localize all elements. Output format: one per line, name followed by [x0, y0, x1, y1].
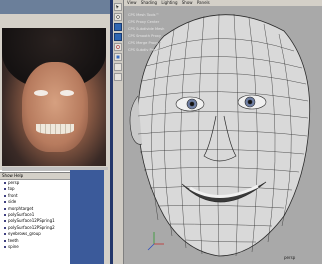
joint-icon	[4, 246, 6, 249]
eye-right	[237, 94, 267, 110]
reference-face-photo	[2, 28, 106, 166]
hud-line: CPS Mesh Tools™	[128, 13, 160, 17]
outliner-item[interactable]: spine	[0, 244, 70, 250]
mesh-icon	[4, 214, 6, 217]
group-icon	[4, 233, 6, 236]
move-icon[interactable]	[114, 33, 122, 41]
outliner-item-label: polySurface12PSpring1	[8, 218, 55, 224]
outliner-item-label: polySurface1	[8, 212, 35, 218]
photo-eye-left	[34, 90, 48, 96]
outliner-item-label: eyebrows_group	[8, 231, 41, 237]
camera-icon	[4, 194, 6, 197]
outliner-item-label: polySurface12PSpring2	[8, 224, 55, 230]
photo-face	[22, 62, 88, 152]
axis-gizmo	[147, 232, 164, 251]
3d-viewport[interactable]: CPS Mesh Tools™ CPS Proxy Center CPS Sub…	[124, 6, 322, 264]
menu-show[interactable]: Show	[182, 0, 193, 5]
outliner-item-label: morphtarget	[8, 205, 34, 211]
outliner-item-label: side	[8, 199, 17, 205]
outliner-item-label: spine	[8, 244, 19, 250]
eye-left	[175, 96, 205, 112]
menu-lighting[interactable]: Lighting	[161, 0, 177, 5]
camera-icon	[4, 182, 6, 184]
camera-icon	[4, 188, 6, 191]
desktop-gap	[70, 170, 110, 264]
hud-line: CPS Subdiv Proxy	[128, 48, 160, 52]
last-tool-icon[interactable]	[114, 73, 122, 81]
menu-panels[interactable]: Panels	[197, 0, 210, 5]
reference-window-titlebar[interactable]	[0, 0, 110, 14]
hud-overlay: CPS Mesh Tools™ CPS Proxy Center CPS Sub…	[128, 12, 164, 54]
paint-icon[interactable]	[114, 23, 122, 31]
select-arrow-icon[interactable]	[114, 3, 122, 11]
outliner-item-label: teeth	[8, 237, 19, 243]
rotate-icon[interactable]	[114, 43, 122, 51]
photo-teeth	[36, 124, 74, 134]
scale-icon[interactable]	[114, 53, 122, 61]
hud-line: CPS Subdivide Mesh	[128, 27, 165, 31]
outliner-item-label: top	[8, 186, 15, 192]
mesh-icon	[4, 207, 6, 210]
mesh-icon	[4, 239, 6, 242]
outliner-panel: Show Help persp top front side morphtarg…	[0, 172, 70, 265]
hud-line: CPS Smooth Proxy	[128, 34, 161, 38]
menu-shading[interactable]: Shading	[141, 0, 157, 5]
mesh-icon	[4, 226, 6, 229]
manipulator-icon[interactable]	[114, 63, 122, 71]
outliner-menu[interactable]: Show Help	[0, 173, 70, 180]
camera-label: persp	[284, 255, 296, 260]
hud-line: CPS Proxy Center	[128, 20, 160, 24]
outliner-item-label: persp	[8, 180, 20, 185]
menu-view[interactable]: View	[127, 0, 137, 5]
toolbox	[113, 0, 124, 264]
photo-eye-right	[60, 90, 74, 96]
mesh-icon	[4, 220, 6, 223]
camera-icon	[4, 201, 6, 204]
lasso-icon[interactable]	[114, 13, 122, 21]
hud-line: CPS Merge Proxy	[128, 41, 159, 45]
outliner-item-label: front	[8, 192, 18, 198]
reference-image-window	[0, 0, 111, 171]
